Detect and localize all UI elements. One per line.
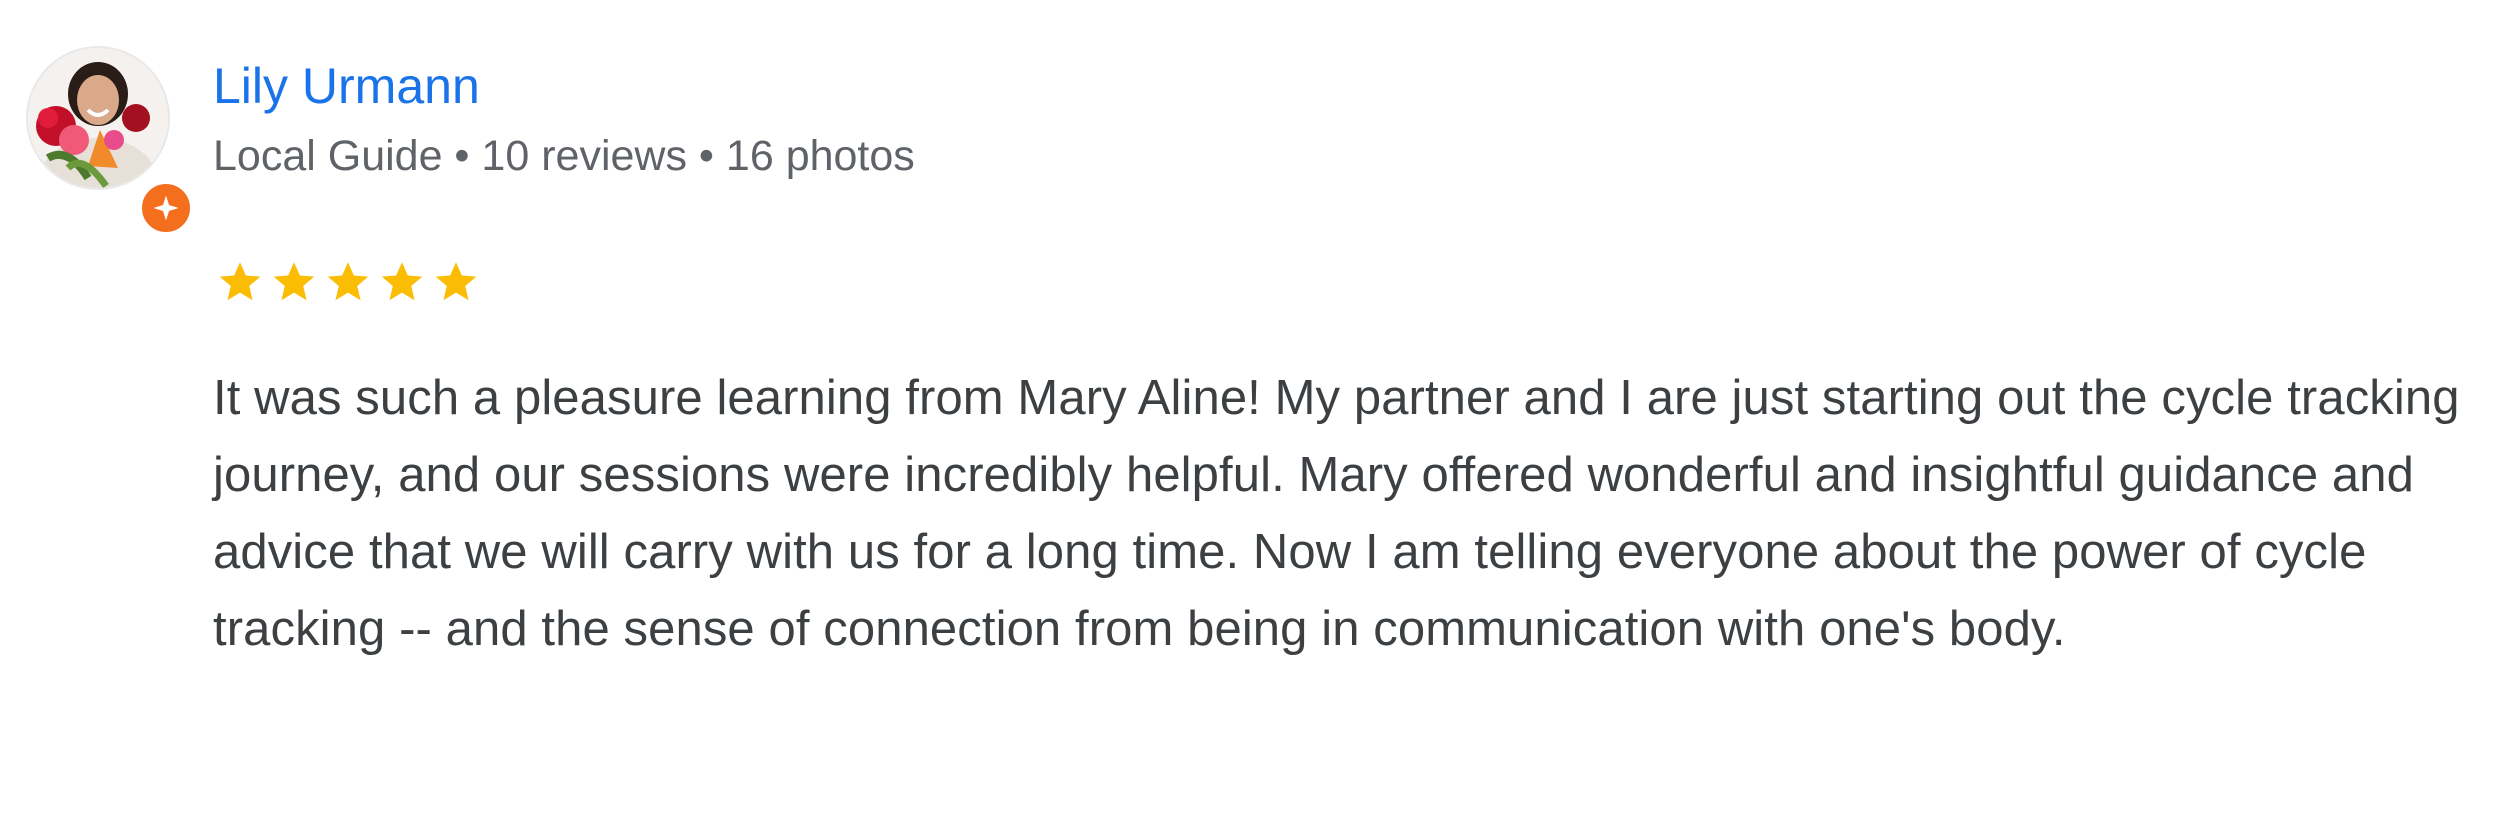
local-guide-star-icon	[138, 180, 194, 236]
avatar-photo	[28, 48, 168, 188]
review-card: Lily Urmann Local Guide • 10 reviews • 1…	[0, 0, 2500, 827]
star-icon	[435, 262, 477, 301]
star-icon	[273, 262, 315, 301]
reviewer-meta: Local Guide • 10 reviews • 16 photos	[213, 132, 915, 180]
star-icon	[381, 262, 423, 301]
star-rating	[213, 254, 483, 310]
star-icon	[219, 262, 261, 301]
review-text: It was such a pleasure learning from Mar…	[213, 371, 2460, 656]
reviewer-name-link[interactable]: Lily Urmann	[213, 54, 480, 118]
star-icon	[327, 262, 369, 301]
reviewer-avatar[interactable]	[28, 48, 194, 236]
